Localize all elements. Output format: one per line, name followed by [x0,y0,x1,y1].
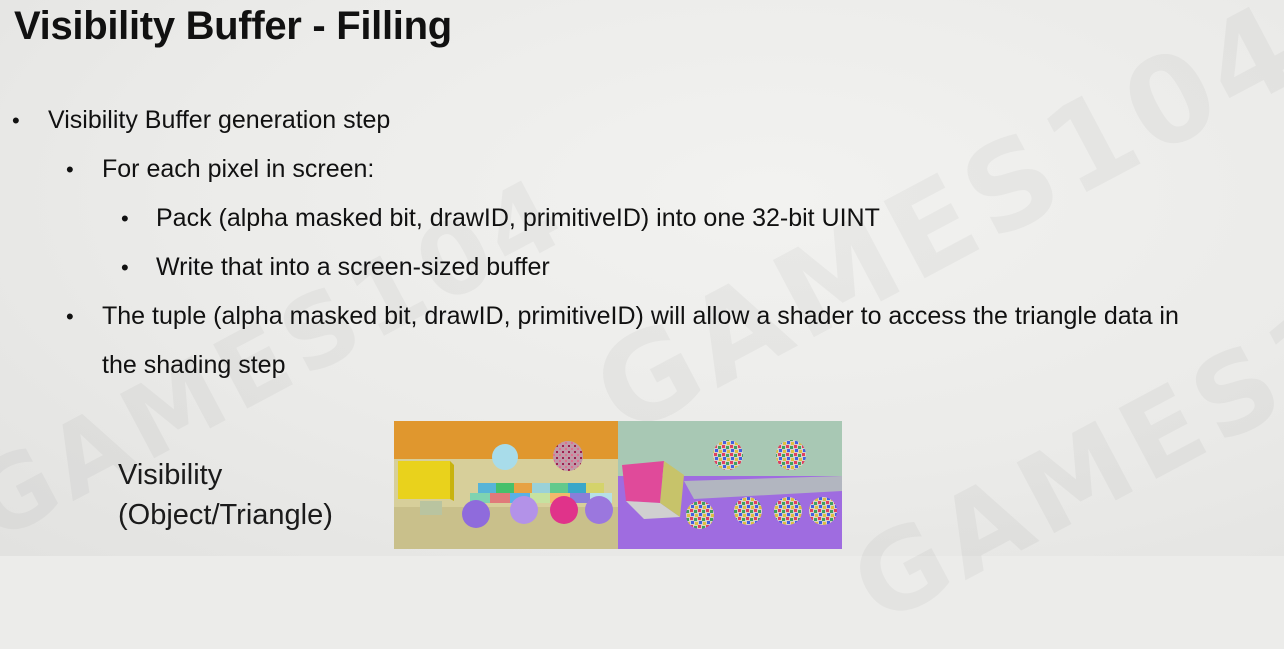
bullet-dot-icon: • [121,206,129,231]
bullet-text: The tuple (alpha masked bit, drawID, pri… [102,302,1179,330]
bullet-text: Pack (alpha masked bit, drawID, primitiv… [156,204,880,232]
bullet-item: • Pack (alpha masked bit, drawID, primit… [0,194,1284,243]
slide: GAMES104 GAMES104 GAMES104 Visibility Bu… [0,0,1284,556]
bullet-item: • Write that into a screen-sized buffer [0,243,1284,292]
bullet-item: • Visibility Buffer generation step [0,96,1284,145]
bullet-text: For each pixel in screen: [102,155,375,183]
bullet-text: Visibility Buffer generation step [48,106,391,134]
bullet-text: Write that into a screen-sized buffer [156,253,550,281]
figure-caption-line: (Object/Triangle) [118,499,333,531]
bullet-item: • The tuple (alpha masked bit, drawID, p… [0,292,1284,341]
slide-title: Visibility Buffer - Filling [14,4,452,48]
bullet-dot-icon: • [66,304,74,329]
bullet-dot-icon: • [12,108,20,133]
bullet-dot-icon: • [66,157,74,182]
right-render-pane [618,421,842,549]
bullet-continuation: the shading step [0,341,1284,390]
visibility-buffer-image [394,421,842,549]
bullet-item: • For each pixel in screen: [0,145,1284,194]
figure-caption-line: Visibility [118,459,223,491]
left-render-pane [394,421,618,549]
bullet-text: the shading step [102,351,286,379]
bullet-list: • Visibility Buffer generation step • Fo… [0,96,1284,390]
bullet-dot-icon: • [121,255,129,280]
figure-caption: Visibility (Object/Triangle) [118,455,333,535]
